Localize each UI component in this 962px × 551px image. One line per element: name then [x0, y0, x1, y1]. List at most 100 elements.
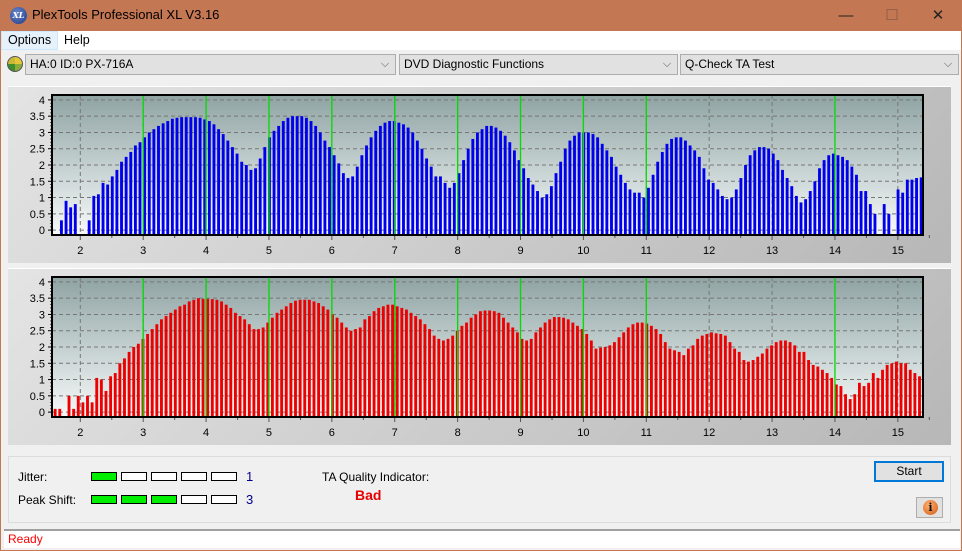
data-bar — [96, 194, 100, 235]
chevron-down-icon: ⌵ — [380, 58, 390, 70]
data-bar — [217, 129, 221, 235]
y-tick-label: 0 — [39, 407, 45, 419]
data-bar — [263, 147, 267, 235]
data-bar — [894, 361, 898, 417]
data-bar — [166, 121, 170, 235]
data-bar — [554, 173, 558, 235]
data-bar — [432, 335, 436, 417]
y-tick-label: 0.5 — [30, 391, 45, 403]
data-bar — [682, 355, 686, 417]
data-bar — [610, 156, 613, 235]
data-bar — [757, 147, 761, 235]
data-bar — [243, 319, 247, 417]
data-bar — [476, 132, 479, 235]
data-bar — [862, 386, 866, 417]
data-bar — [441, 340, 445, 417]
data-bar — [469, 317, 473, 417]
data-bar — [483, 310, 487, 417]
data-bar — [774, 342, 778, 417]
info-button[interactable]: i — [916, 497, 943, 518]
data-bar — [150, 329, 154, 417]
data-bar — [549, 186, 553, 235]
data-bar — [381, 306, 385, 417]
menu-options[interactable]: Options — [1, 31, 59, 50]
data-bar — [72, 408, 76, 417]
chart-panel-top: 0 0.5 1 1.5 2 2.5 3 3.5 4 2 3 4 5 6 7 8 9 10 11 12 13 14 15 — [8, 86, 951, 263]
data-bar — [728, 342, 732, 417]
start-button[interactable]: Start — [874, 461, 944, 482]
data-bar — [169, 312, 173, 417]
data-bar — [58, 408, 62, 417]
data-bar — [189, 117, 193, 235]
data-bar — [642, 197, 646, 235]
maximize-button[interactable]: ☐ — [869, 0, 915, 31]
data-bar — [233, 312, 237, 417]
x-tick-label: 14 — [829, 245, 841, 257]
data-bar — [636, 322, 639, 417]
data-bar — [739, 178, 743, 235]
data-bar — [816, 366, 820, 417]
data-bar — [573, 135, 576, 235]
data-bar — [409, 312, 413, 417]
data-bar — [318, 132, 322, 235]
data-bar — [377, 307, 381, 417]
data-bar — [76, 395, 80, 417]
data-bar — [591, 134, 595, 235]
data-bar — [617, 337, 621, 417]
data-bar — [868, 204, 872, 235]
data-bar — [776, 160, 780, 235]
x-tick-label: 13 — [766, 245, 778, 257]
status-text: Ready — [8, 532, 43, 546]
data-bar — [60, 220, 63, 235]
data-bar — [252, 329, 256, 417]
data-bar — [317, 303, 321, 417]
close-button[interactable]: ✕ — [915, 0, 961, 31]
test-select[interactable]: Q-Check TA Test ⌵ — [680, 54, 959, 75]
function-select[interactable]: DVD Diagnostic Functions ⌵ — [399, 54, 678, 75]
data-bar — [700, 335, 704, 417]
data-bar — [765, 348, 769, 417]
data-bar — [374, 130, 378, 235]
data-bar — [127, 351, 131, 417]
data-bar — [178, 306, 182, 417]
data-bar — [101, 182, 105, 235]
data-bar — [659, 333, 663, 417]
y-tick-label: 1.5 — [30, 358, 45, 370]
data-bar — [864, 191, 868, 235]
menu-help[interactable]: Help — [58, 31, 96, 50]
data-bar — [294, 300, 297, 417]
data-bar — [784, 340, 787, 417]
data-bar — [830, 377, 834, 417]
data-bar — [673, 350, 676, 417]
y-tick-label: 2.5 — [30, 326, 45, 338]
y-tick-label: 2 — [39, 342, 45, 354]
y-tick-label: 3.5 — [30, 111, 45, 123]
data-bar — [420, 148, 424, 235]
y-tick-label: 3 — [39, 309, 45, 321]
jitter-meter-segment — [121, 472, 147, 481]
data-bar — [173, 309, 177, 417]
data-bar — [548, 319, 552, 417]
data-bar — [804, 199, 808, 235]
title-bar[interactable]: XL PlexTools Professional XL V3.16 — ☐ ✕ — [1, 0, 961, 31]
data-bar — [734, 189, 738, 235]
data-bar — [439, 176, 442, 235]
data-bar — [807, 360, 811, 417]
data-bar — [781, 169, 784, 235]
data-bar — [132, 347, 136, 417]
data-bar — [499, 130, 502, 235]
data-bar — [492, 311, 496, 417]
data-bar — [674, 137, 678, 235]
data-bar — [605, 150, 609, 235]
data-bar — [913, 373, 917, 417]
y-tick-label: 4 — [39, 277, 45, 289]
data-bar — [845, 160, 849, 235]
data-bar — [797, 351, 801, 417]
data-bar — [220, 301, 223, 417]
drive-select[interactable]: HA:0 ID:0 PX-716A ⌵ — [25, 54, 396, 75]
data-bar — [434, 176, 438, 235]
data-bar — [693, 150, 697, 235]
x-tick-label: 3 — [140, 427, 146, 439]
minimize-button[interactable]: — — [823, 0, 869, 31]
data-bar — [794, 195, 798, 235]
